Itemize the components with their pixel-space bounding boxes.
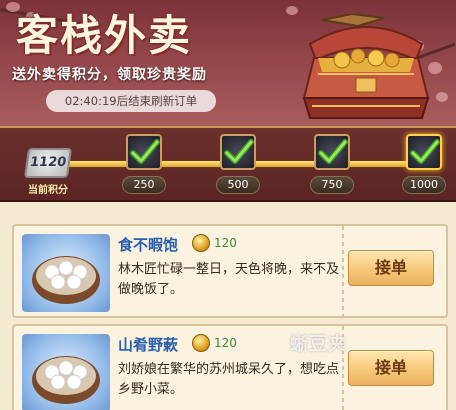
order-card: 山肴野蔌 120 刘娇娘在繁华的苏州城呆久了，想吃点乡野小菜。 接单 [12,324,448,410]
accept-order-button[interactable]: 接单 [348,350,434,386]
card-divider [342,226,344,316]
check-icon [410,139,440,164]
milestone-value: 750 [310,176,354,194]
milestone-reward[interactable]: 250 [122,134,166,198]
check-icon [130,139,160,164]
page-subtitle: 送外卖得积分，领取珍贵奖励 [12,67,207,83]
check-icon [224,139,254,164]
check-icon [318,139,348,164]
order-description: 刘娇娘在繁华的苏州城呆久了，想吃点乡野小菜。 [118,362,340,397]
coin-icon [192,234,210,252]
current-points-label: 当前积分 [28,185,68,196]
dish-image [22,334,110,410]
current-points-badge: 1120 [23,148,73,178]
milestone-value: 1000 [402,176,446,194]
points-progress-bar: 1120 当前积分 250 500 750 1000 [0,126,456,202]
milestone-reward[interactable]: 750 [310,134,354,198]
milestone-reward[interactable]: 1000 [402,134,446,198]
order-card: 食不暇饱 120 林木匠忙碌一整日，天色将晚，来不及做晚饭了。 接单 [12,224,448,318]
header-banner: 客栈外卖 送外卖得积分，领取珍贵奖励 02:40:19后结束刷新订单 [0,0,456,126]
order-list: 食不暇饱 120 林木匠忙碌一整日，天色将晚，来不及做晚饭了。 接单 山肴野蔌 … [0,202,456,410]
milestone-value: 250 [122,176,166,194]
order-reward: 120 [214,236,237,250]
accept-order-button[interactable]: 接单 [348,250,434,286]
milestone-reward[interactable]: 500 [216,134,260,198]
dumpling-bowl-icon [32,356,100,404]
page-title: 客栈外卖 [16,11,193,60]
coin-icon [192,334,210,352]
order-description: 林木匠忙碌一整日，天色将晚，来不及做晚饭了。 [118,262,340,297]
dish-image [22,234,110,312]
order-reward: 120 [214,336,237,350]
treasure-box-icon [302,14,430,119]
dumpling-bowl-icon [32,256,100,304]
order-title: 山肴野蔌 [118,336,179,354]
watermark: 蜥豆夹 [290,334,347,355]
milestone-value: 500 [216,176,260,194]
order-title: 食不暇饱 [118,236,179,254]
refresh-timer: 02:40:19后结束刷新订单 [46,90,216,112]
